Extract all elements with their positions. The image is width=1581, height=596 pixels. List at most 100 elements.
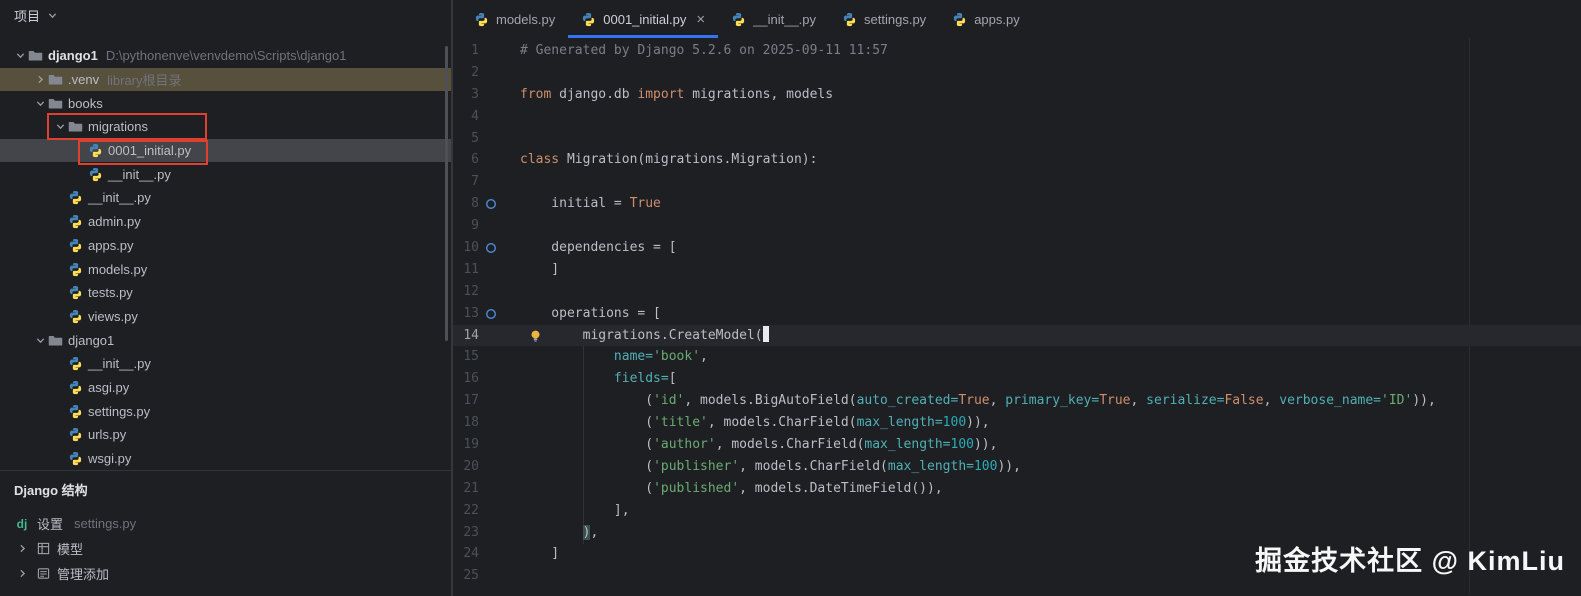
tree-item-asgi-py[interactable]: asgi.py: [0, 376, 451, 400]
code-area[interactable]: 1 # Generated by Django 5.2.6 on 2025-09-…: [453, 38, 1581, 594]
code-line-4[interactable]: 4: [453, 106, 1581, 128]
python-file-icon: [68, 451, 83, 466]
line-number: 16: [463, 371, 479, 387]
tree-item-label: django1: [68, 332, 115, 348]
code-text: ('id', models.BigAutoField(auto_created=…: [520, 393, 1436, 409]
gutter-spacer: [479, 281, 503, 303]
code-line-5[interactable]: 5: [453, 128, 1581, 150]
code-line-22[interactable]: 22 ],: [453, 500, 1581, 522]
tree-item-wsgi-py[interactable]: wsgi.py: [0, 447, 451, 471]
tree-item-label: __init__.py: [88, 190, 151, 206]
code-line-8[interactable]: 8 initial = True: [453, 193, 1581, 215]
line-number: 6: [471, 152, 479, 168]
tree-item-init-py[interactable]: __init__.py: [0, 186, 451, 210]
chevron-right-icon[interactable]: [14, 568, 30, 579]
text-cursor: [762, 325, 769, 342]
tab-init-py[interactable]: __init__.py: [718, 0, 829, 38]
code-line-20[interactable]: 20 ('publisher', models.CharField(max_le…: [453, 456, 1581, 478]
code-line-14[interactable]: 14 migrations.CreateModel(: [453, 324, 1581, 347]
line-number: 12: [463, 283, 479, 299]
code-line-11[interactable]: 11 ]: [453, 259, 1581, 281]
project-scrollbar[interactable]: [445, 46, 448, 341]
code-line-17[interactable]: 17 ('id', models.BigAutoField(auto_creat…: [453, 390, 1581, 412]
override-gutter-icon[interactable]: [479, 237, 503, 259]
django-item-label: 设置: [37, 517, 64, 533]
tab-label: 0001_initial.py: [603, 11, 687, 27]
tree-item-init-py[interactable]: __init__.py: [0, 352, 451, 376]
chevron-down-icon[interactable]: [12, 50, 28, 61]
django-structure-panel: Django 结构 dj 设置 settings.py 模型 管理添加: [0, 470, 451, 586]
tree-item-0001-initial-py[interactable]: 0001_initial.py: [0, 138, 451, 163]
tree-item-tests-py[interactable]: tests.py: [0, 281, 451, 305]
code-line-2[interactable]: 2: [453, 62, 1581, 84]
code-text: ]: [520, 261, 560, 277]
python-file-icon: [68, 214, 83, 229]
python-file-icon: [88, 167, 103, 182]
python-file-icon: [68, 309, 83, 324]
gutter-spacer: [479, 259, 503, 281]
line-number: 24: [463, 546, 479, 562]
code-line-1[interactable]: 1 # Generated by Django 5.2.6 on 2025-09-…: [453, 40, 1581, 62]
code-line-7[interactable]: 7: [453, 171, 1581, 193]
code-text: operations = [: [520, 305, 661, 321]
chevron-down-icon[interactable]: [32, 98, 48, 109]
tree-item-models-py[interactable]: models.py: [0, 257, 451, 281]
line-number: 23: [463, 524, 479, 540]
gutter-spacer: [479, 106, 503, 128]
code-line-18[interactable]: 18 ('title', models.CharField(max_length…: [453, 412, 1581, 434]
tab-settings-py[interactable]: settings.py: [829, 0, 939, 38]
list-icon: [37, 567, 50, 580]
tree-item-init-py[interactable]: __init__.py: [0, 162, 451, 186]
override-gutter-icon[interactable]: [479, 193, 503, 215]
line-number: 1: [471, 43, 479, 58]
tab-0001-initial-py[interactable]: 0001_initial.py ×: [568, 0, 719, 38]
close-icon[interactable]: ×: [696, 12, 705, 27]
line-number: 13: [463, 305, 479, 321]
tree-item-admin-py[interactable]: admin.py: [0, 210, 451, 234]
chevron-down-icon[interactable]: [32, 335, 48, 346]
code-line-10[interactable]: 10 dependencies = [: [453, 237, 1581, 259]
gutter-spacer: [479, 62, 503, 84]
code-line-3[interactable]: 3 from django.db import migrations, model…: [453, 84, 1581, 106]
tree-item-label: views.py: [88, 308, 138, 324]
gutter-spacer: [479, 149, 503, 171]
tab-label: models.py: [496, 11, 556, 27]
python-file-icon: [474, 12, 489, 27]
tree-item-label: admin.py: [88, 214, 141, 230]
code-line-15[interactable]: 15 name='book',: [453, 346, 1581, 368]
code-line-12[interactable]: 12: [453, 281, 1581, 303]
tree-item-venv[interactable]: .venv library根目录: [0, 67, 451, 92]
django-item-item[interactable]: 管理添加: [0, 561, 451, 586]
tab-label: apps.py: [974, 11, 1020, 27]
code-line-13[interactable]: 13 operations = [: [453, 303, 1581, 325]
django-item-item[interactable]: dj 设置 settings.py: [0, 511, 451, 536]
tree-item-books[interactable]: books: [0, 91, 451, 115]
code-line-6[interactable]: 6 class Migration(migrations.Migration):: [453, 149, 1581, 171]
tree-item-label: tests.py: [88, 285, 133, 301]
tree-item-views-py[interactable]: views.py: [0, 305, 451, 329]
chevron-right-icon[interactable]: [14, 543, 30, 554]
tree-item-urls-py[interactable]: urls.py: [0, 423, 451, 447]
code-text: ('title', models.CharField(max_length=10…: [520, 415, 990, 431]
python-file-icon: [68, 356, 83, 371]
django-item-item[interactable]: 模型: [0, 536, 451, 561]
tree-item-django1[interactable]: django1 D:\pythonenve\venvdemo\Scripts\dj…: [0, 44, 451, 68]
gutter-spacer: [479, 478, 503, 500]
tree-item-apps-py[interactable]: apps.py: [0, 234, 451, 258]
code-line-21[interactable]: 21 ('published', models.DateTimeField())…: [453, 478, 1581, 500]
code-line-16[interactable]: 16 fields=[: [453, 368, 1581, 390]
tab-label: __init__.py: [753, 11, 817, 27]
line-number: 11: [463, 261, 479, 277]
django-item-label: 模型: [57, 542, 84, 558]
line-number: 2: [471, 64, 479, 80]
tab-models-py[interactable]: models.py: [461, 0, 568, 38]
tree-item-django1[interactable]: django1: [0, 328, 451, 352]
tab-apps-py[interactable]: apps.py: [939, 0, 1033, 38]
code-line-19[interactable]: 19 ('author', models.CharField(max_lengt…: [453, 434, 1581, 456]
code-line-9[interactable]: 9: [453, 215, 1581, 237]
tree-item-settings-py[interactable]: settings.py: [0, 399, 451, 423]
chevron-down-icon[interactable]: [47, 10, 58, 21]
chevron-right-icon[interactable]: [32, 74, 48, 85]
override-gutter-icon[interactable]: [479, 303, 503, 325]
